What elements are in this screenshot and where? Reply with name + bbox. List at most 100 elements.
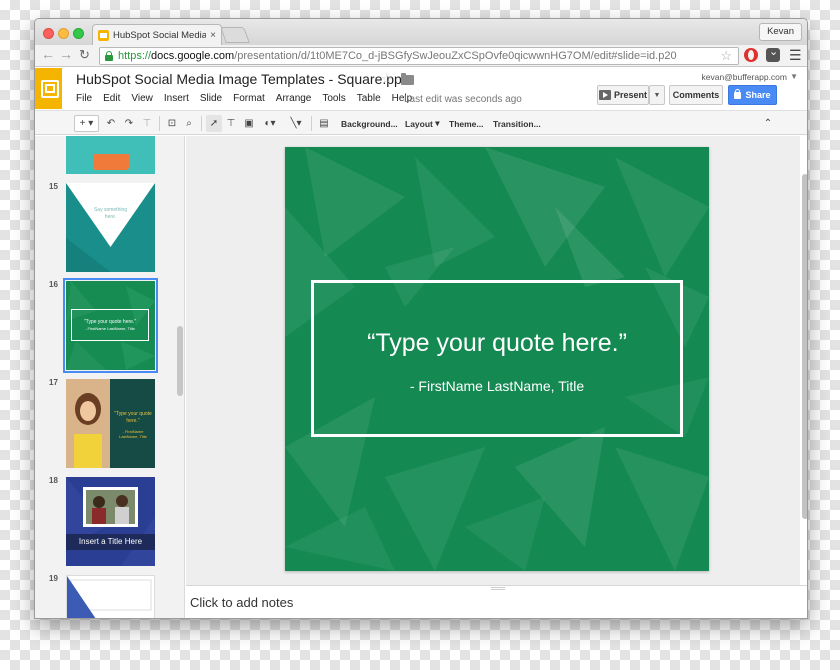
menu-insert[interactable]: Insert [164, 93, 189, 104]
browser-window: HubSpot Social Media Image × Kevan ← → ↻… [34, 18, 808, 619]
text-box-icon[interactable]: ⊤ [223, 115, 239, 132]
folder-icon[interactable] [401, 73, 414, 85]
slide-number: 19 [49, 574, 58, 583]
url-host: docs.google.com [151, 50, 235, 62]
line-icon[interactable]: ╲▾ [284, 115, 308, 132]
zoom-window-button[interactable] [73, 28, 84, 39]
shape-icon[interactable]: ◐▾ [259, 115, 281, 132]
slide-number: 15 [49, 182, 58, 191]
account-caret-icon[interactable]: ▼ [790, 72, 798, 81]
canvas-scrollbar[interactable] [802, 174, 807, 519]
last-edit-status[interactable]: Last edit was seconds ago [404, 94, 522, 105]
reload-icon[interactable]: ↻ [79, 47, 90, 63]
url-scheme: https:// [118, 50, 152, 62]
slides-favicon-icon [98, 29, 109, 41]
slide-thumbnail-19[interactable] [66, 575, 155, 618]
secure-lock-icon [105, 51, 113, 61]
slide-thumbnail-18[interactable]: Insert a Title Here [66, 477, 155, 566]
browser-menu-icon[interactable]: ☰ [789, 47, 802, 64]
slide-filmstrip: 15 Say something here. 16 "Type your quo… [35, 136, 185, 618]
url-path: /presentation/d/1t0ME7Co_d-jBSGfySwJeouZ… [234, 50, 677, 62]
quote-frame[interactable]: “Type your quote here.” - FirstName Last… [311, 280, 683, 437]
menu-table[interactable]: Table [357, 93, 381, 104]
redo-icon[interactable]: ↷ [121, 115, 137, 132]
opera-extension-icon[interactable] [744, 48, 758, 62]
toolbar-divider [159, 116, 160, 131]
thumbnail-author: - FirstName LastName, Title [119, 429, 147, 440]
share-label: Share [745, 90, 771, 100]
new-tab-button[interactable] [220, 27, 250, 43]
menu-slide[interactable]: Slide [200, 93, 222, 104]
slide-number: 16 [49, 280, 58, 289]
close-window-button[interactable] [43, 28, 54, 39]
menu-edit[interactable]: Edit [103, 93, 120, 104]
menu-bar: File Edit View Insert Slide Format Arran… [76, 93, 423, 104]
new-slide-button[interactable]: + ▾ [74, 115, 99, 132]
present-label: Present [613, 90, 648, 100]
thumbnail-orange-shape [93, 154, 129, 170]
undo-icon[interactable]: ↶ [103, 115, 119, 132]
slide-thumbnail-14[interactable] [66, 136, 155, 174]
menu-file[interactable]: File [76, 93, 92, 104]
thumbnail-text: Say something here. [93, 207, 128, 220]
layout-label: Layout [405, 118, 433, 129]
quote-text[interactable]: “Type your quote here.” [314, 329, 680, 358]
thumbnail-19-graphic [67, 576, 152, 618]
thumbnail-quote: "Type your quote here." [83, 319, 137, 325]
speaker-notes[interactable]: Click to add notes [186, 585, 807, 618]
slides-logo-icon[interactable] [35, 68, 62, 109]
comment-icon[interactable]: ▤ [316, 115, 332, 132]
tab-close-icon[interactable]: × [210, 30, 216, 41]
forward-arrow-icon[interactable]: → [59, 46, 73, 62]
present-icon [598, 90, 611, 100]
quote-author[interactable]: - FirstName LastName, Title [314, 378, 680, 394]
editing-toolbar: + ▾ ↶ ↷ ⊤ ⊡ ⌕ ➚ ⊤ ▣ ◐▾ ╲▾ ▤ Background..… [35, 110, 807, 135]
profile-button[interactable]: Kevan [759, 23, 802, 41]
comments-button[interactable]: Comments [669, 85, 723, 105]
star-document-icon[interactable]: ☆ [381, 71, 393, 87]
present-button[interactable]: Present [597, 85, 649, 105]
bookmark-star-icon[interactable]: ☆ [720, 48, 732, 64]
slide-number: 18 [49, 476, 58, 485]
zoom-fit-icon[interactable]: ⊡ [164, 115, 180, 132]
url-input[interactable]: https://docs.google.com/presentation/d/1… [99, 47, 739, 65]
thumbnail-quote: "Type your quote here." [114, 411, 152, 424]
toolbar-divider [311, 116, 312, 131]
notes-resize-handle[interactable] [491, 587, 505, 590]
minimize-window-button[interactable] [58, 28, 69, 39]
slide-thumbnail-15[interactable]: Say something here. [66, 183, 155, 272]
menu-arrange[interactable]: Arrange [276, 93, 312, 104]
paint-format-icon[interactable]: ⊤ [139, 115, 155, 132]
share-button[interactable]: Share [728, 85, 777, 105]
filmstrip-scrollbar[interactable] [177, 326, 183, 396]
slide-thumbnail-17[interactable]: "Type your quote here." - FirstName Last… [66, 379, 155, 468]
slide-thumbnail-16[interactable]: "Type your quote here." - FirstName Last… [63, 278, 158, 373]
slide-number: 17 [49, 378, 58, 387]
collapse-toolbar-icon[interactable]: ⌃ [760, 115, 776, 132]
toolbar-divider [201, 116, 202, 131]
menu-view[interactable]: View [131, 93, 153, 104]
layout-button[interactable]: Layout ▾ [402, 115, 443, 132]
current-slide[interactable]: “Type your quote here.” - FirstName Last… [285, 147, 709, 571]
thumbnail-author: - FirstName LastName, Title [85, 326, 135, 331]
image-icon[interactable]: ▣ [241, 115, 257, 132]
document-title[interactable]: HubSpot Social Media Image Templates - S… [76, 71, 413, 87]
docs-header: HubSpot Social Media Image Templates - S… [35, 68, 807, 109]
menu-format[interactable]: Format [233, 93, 265, 104]
theme-button[interactable]: Theme... [446, 115, 486, 132]
share-lock-icon [734, 88, 742, 99]
browser-titlebar: HubSpot Social Media Image × Kevan [35, 19, 807, 45]
background-button[interactable]: Background... [338, 115, 401, 132]
present-options-button[interactable]: ▼ [649, 85, 665, 105]
account-email[interactable]: kevan@bufferapp.com [702, 72, 788, 82]
select-cursor-icon[interactable]: ➚ [206, 115, 222, 132]
browser-tab-active[interactable]: HubSpot Social Media Image × [92, 24, 222, 45]
notes-placeholder: Click to add notes [190, 595, 294, 610]
zoom-icon[interactable]: ⌕ [181, 115, 197, 132]
pocket-extension-icon[interactable] [766, 45, 780, 62]
back-arrow-icon[interactable]: ← [41, 46, 55, 62]
transition-button[interactable]: Transition... [490, 115, 544, 132]
thumbnail-title: Insert a Title Here [78, 537, 143, 546]
menu-tools[interactable]: Tools [322, 93, 345, 104]
tab-title: HubSpot Social Media Image [113, 29, 207, 41]
